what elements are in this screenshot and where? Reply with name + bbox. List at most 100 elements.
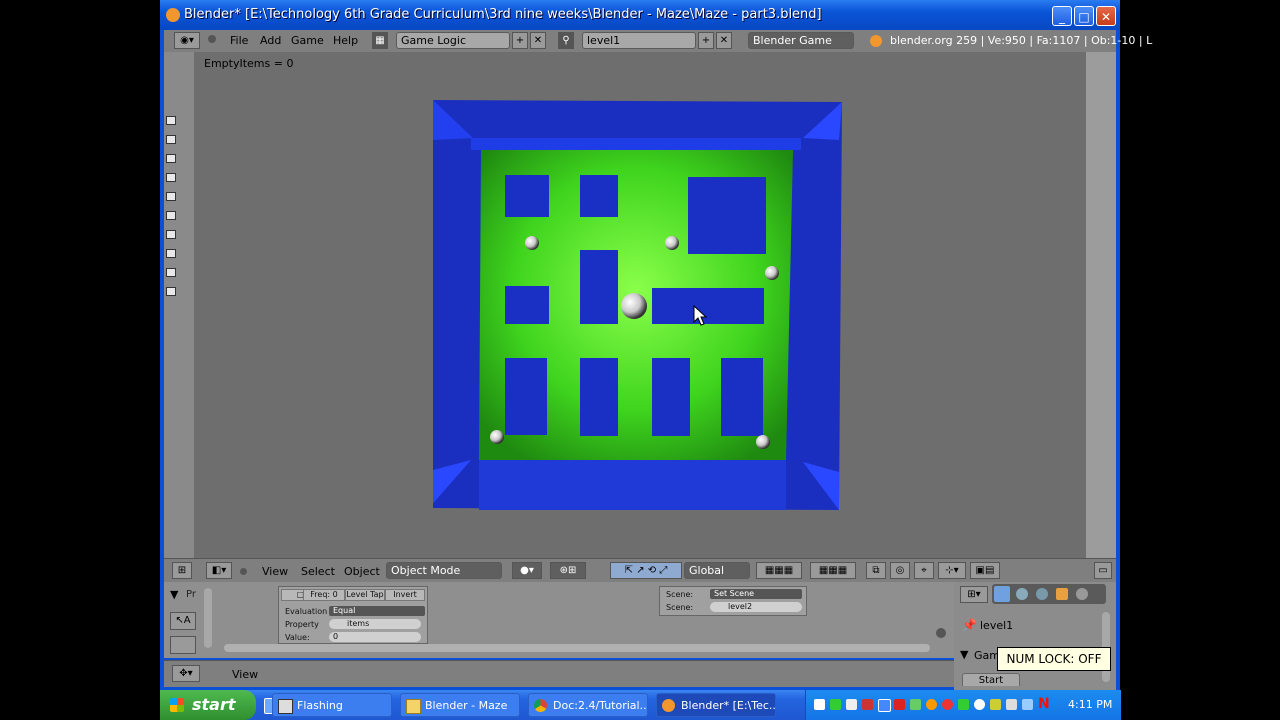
panel-collapse-arrow-icon[interactable]: ▼ [170, 588, 178, 601]
maximize-button[interactable]: □ [1074, 6, 1094, 26]
debug-property-text: EmptyItems = 0 [204, 57, 294, 70]
menu-game[interactable]: Game [291, 34, 324, 47]
menu-help[interactable]: Help [333, 34, 358, 47]
scroll-handle[interactable] [936, 628, 946, 638]
editor-type-icon[interactable]: ✥▾ [172, 665, 200, 682]
tray-icon[interactable] [926, 699, 937, 710]
draw-type-icon[interactable]: ●▾ [512, 562, 542, 579]
3d-viewport[interactable]: EmptyItems = 0 [164, 52, 1116, 558]
menu-object[interactable]: Object [344, 565, 380, 578]
menu-view[interactable]: View [232, 668, 258, 681]
panel-collapse-arrow-icon[interactable]: ▼ [960, 648, 968, 661]
scene-field[interactable]: level1 [582, 32, 696, 49]
add-screen-icon[interactable]: + [512, 32, 528, 49]
scene-target-field[interactable]: level2 [710, 602, 802, 612]
maze-block [580, 358, 618, 436]
volume-icon[interactable] [1022, 699, 1033, 710]
scene-icon[interactable]: ⚲ [558, 32, 574, 49]
layer-toggle-icon[interactable] [166, 116, 176, 125]
delete-screen-icon[interactable]: ✕ [530, 32, 546, 49]
proportional-edit-icon[interactable]: ◎ [890, 562, 910, 579]
tray-icon[interactable] [942, 699, 953, 710]
layer-toggle-icon[interactable] [166, 154, 176, 163]
pivot-icon[interactable]: ⊛⊞ [550, 562, 586, 579]
world-tab-icon[interactable] [1036, 588, 1048, 600]
tray-icon[interactable] [958, 699, 969, 710]
collapse-icon[interactable] [208, 35, 216, 43]
minimize-button[interactable]: _ [1052, 6, 1072, 26]
add-scene-icon[interactable]: + [698, 32, 714, 49]
pin-icon[interactable]: 📌 [962, 618, 977, 632]
editor-type-icon[interactable]: ◉▾ [174, 32, 200, 49]
render-icon[interactable]: ▣▤ [970, 562, 1000, 579]
layer-toggle-icon[interactable] [166, 173, 176, 182]
taskbar-item-blender-maze[interactable]: Blender - Maze [400, 693, 520, 717]
bluetooth-icon[interactable] [878, 699, 891, 712]
layer-toggle-icon[interactable] [166, 268, 176, 277]
lock-layer-icon[interactable]: ⧉ [866, 562, 886, 579]
menu-select[interactable]: Select [301, 565, 335, 578]
close-button[interactable]: ✕ [1096, 6, 1116, 26]
layer-toggle-icon[interactable] [166, 230, 176, 239]
invert-button[interactable]: Invert [385, 589, 425, 601]
property-field[interactable]: items [329, 619, 421, 629]
collapse-icon[interactable] [240, 568, 247, 575]
window-title: Blender* [E:\Technology 6th Grade Curric… [184, 7, 822, 22]
properties-tabs[interactable] [992, 584, 1106, 604]
tray-icon[interactable] [846, 699, 857, 710]
scene-action-select[interactable]: Set Scene [710, 589, 802, 599]
viewport-scrollbar[interactable] [1086, 52, 1116, 558]
tray-icon[interactable] [990, 699, 1001, 710]
orientation-select[interactable]: Global [684, 562, 750, 579]
tray-icon[interactable] [974, 699, 985, 710]
menu-file[interactable]: File [230, 34, 248, 47]
screen-layout-field[interactable]: Game Logic [396, 32, 510, 49]
snap-icon[interactable]: ⌖ [914, 562, 934, 579]
panel-button[interactable] [170, 636, 196, 654]
editor-type-icon[interactable]: ⊞ [172, 562, 192, 579]
num-lock-indicator: NUM LOCK: OFF [997, 647, 1111, 671]
network-icon[interactable] [1006, 699, 1017, 710]
menu-add[interactable]: Add [260, 34, 281, 47]
layer-toggle-icon[interactable] [166, 249, 176, 258]
logic-scrollbar[interactable] [204, 588, 212, 648]
taskbar-item-doc-tutorial[interactable]: Doc:2.4/Tutorial... [528, 693, 648, 717]
layer-buttons[interactable]: ▦▦▦ [810, 562, 856, 579]
add-sensor-icon[interactable]: ↖A [170, 612, 196, 630]
render-preview-icon[interactable]: ▭ [1094, 562, 1112, 579]
property-sensor-block: ▢▭ Freq: 0 Level Tap Invert Evaluation T… [278, 586, 428, 644]
panel-label: Pr [186, 589, 196, 600]
freq-field[interactable]: Freq: 0 [303, 589, 345, 601]
tray-icon[interactable] [910, 699, 921, 710]
start-button[interactable]: start [160, 690, 256, 720]
manipulator-icons[interactable]: ⇱ ↗ ⟲ ⤢ [610, 562, 682, 579]
menu-view[interactable]: View [262, 565, 288, 578]
tray-icon[interactable] [814, 699, 825, 710]
snap-target-icon[interactable]: ⊹▾ [938, 562, 966, 579]
netflix-icon[interactable]: N [1038, 696, 1050, 712]
tray-icon[interactable] [894, 699, 905, 710]
constraint-tab-icon[interactable] [1076, 588, 1088, 600]
layer-toggle-icon[interactable] [166, 135, 176, 144]
screen-layout-icon[interactable]: ▦ [372, 32, 388, 49]
render-engine-select[interactable]: Blender Game [748, 32, 854, 49]
render-tab-icon[interactable] [994, 586, 1010, 602]
object-tab-icon[interactable] [1056, 588, 1068, 600]
taskbar-item-flashing[interactable]: Flashing [272, 693, 392, 717]
layer-toggle-icon[interactable] [166, 211, 176, 220]
tray-icon[interactable] [830, 699, 841, 710]
taskbar-item-blender-active[interactable]: Blender* [E:\Tec... [656, 693, 776, 717]
layer-toggle-icon[interactable] [166, 287, 176, 296]
view-editor-icon[interactable]: ◧▾ [206, 562, 232, 579]
scene-tab-icon[interactable] [1016, 588, 1028, 600]
level-tap-button[interactable]: Level Tap [345, 589, 385, 601]
layer-toggle-icon[interactable] [166, 192, 176, 201]
evaluation-type-select[interactable]: Equal [329, 606, 425, 616]
logic-horizontal-scrollbar[interactable] [224, 644, 930, 652]
editor-type-icon[interactable]: ⊞▾ [960, 586, 988, 603]
tray-icon[interactable] [862, 699, 873, 710]
object-mode-select[interactable]: Object Mode [386, 562, 502, 579]
delete-scene-icon[interactable]: ✕ [716, 32, 732, 49]
value-field[interactable]: 0 [329, 632, 421, 642]
layer-buttons[interactable]: ▦▦▦ [756, 562, 802, 579]
